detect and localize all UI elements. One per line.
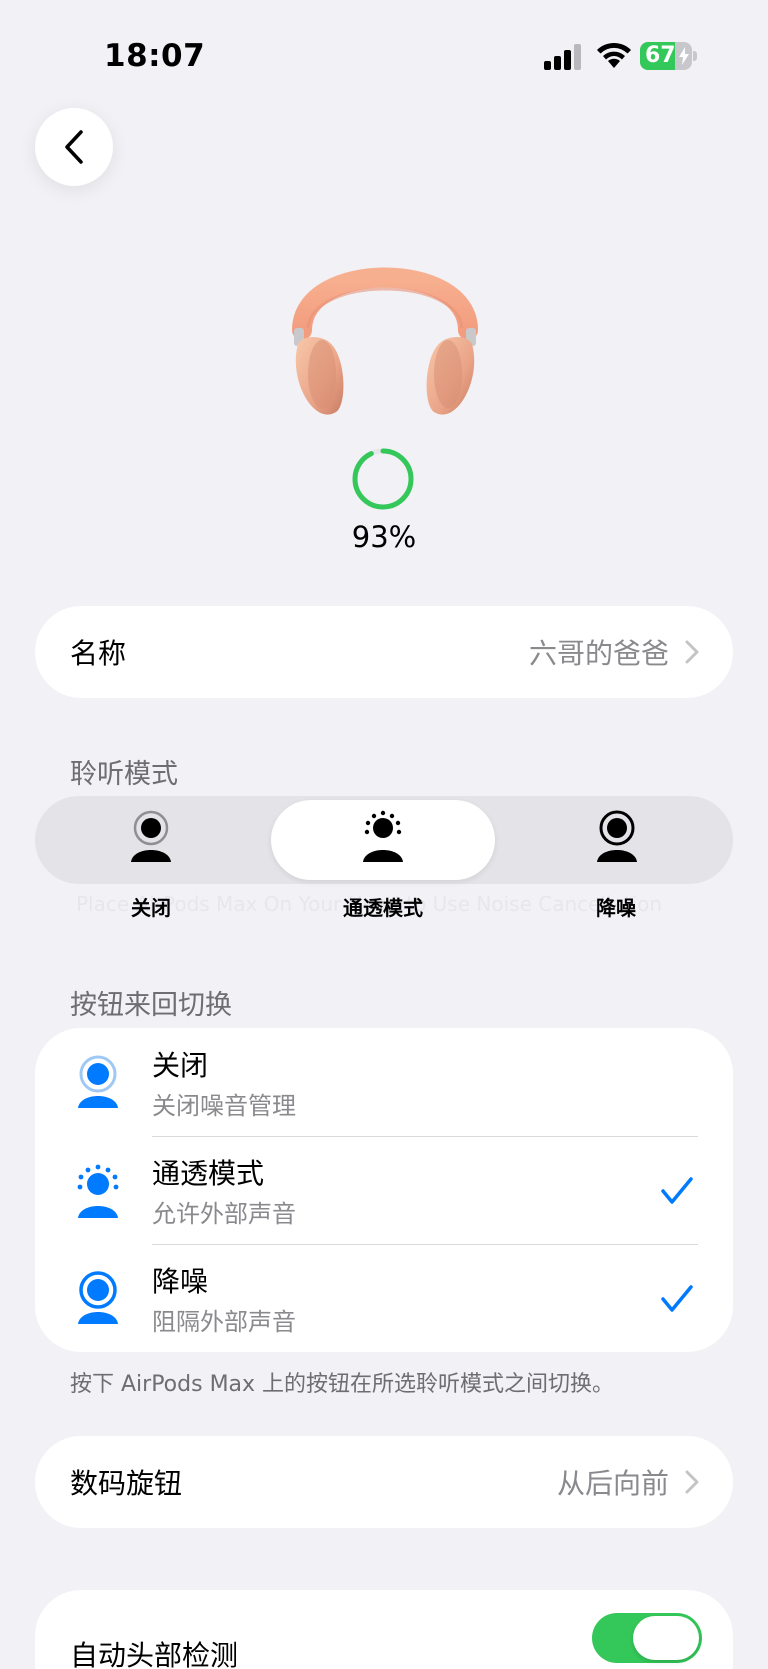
battery-level-text: 67	[645, 43, 676, 68]
checkmark-icon	[661, 1177, 693, 1204]
battery-ring	[352, 448, 414, 510]
cycle-item-noise-cancel-title[interactable]: 降噪	[152, 1260, 208, 1300]
auto-head-detection-label: 自动头部检测	[70, 1639, 239, 1669]
digital-crown-label: 数码旋钮	[70, 1467, 183, 1500]
cycle-item-transparency-title[interactable]: 通透模式	[152, 1152, 264, 1192]
segment-label-off[interactable]: 关闭	[61, 892, 241, 921]
listening-mode-segmented-control	[35, 796, 733, 884]
segment-label-noise-cancel[interactable]: 降噪	[526, 892, 706, 921]
signal-icon	[544, 44, 581, 70]
name-label: 名称	[70, 637, 127, 670]
press-cycle-list	[35, 1028, 733, 1352]
bolt-icon	[679, 47, 689, 65]
divider	[152, 1244, 698, 1245]
cycle-item-off-title[interactable]: 关闭	[152, 1044, 208, 1084]
person-transparency-icon[interactable]	[361, 810, 405, 864]
toggle-knob	[633, 1616, 699, 1660]
press-cycle-title: 按钮来回切换	[70, 990, 232, 1021]
person-transparency-blue-icon	[77, 1164, 119, 1218]
name-row[interactable]: 名称 六哥的爸爸	[35, 606, 733, 698]
listening-mode-title: 聆听模式	[70, 759, 178, 790]
press-cycle-footnote: 按下 AirPods Max 上的按钮在所选聆听模式之间切换。	[70, 1372, 615, 1397]
airpods-max-image	[292, 267, 478, 415]
chevron-right-icon	[685, 640, 699, 664]
chevron-left-icon	[65, 130, 83, 164]
battery-percent: 93%	[351, 520, 417, 554]
person-off-icon[interactable]	[129, 810, 173, 864]
chevron-right-icon	[685, 1470, 699, 1494]
back-button[interactable]	[35, 108, 113, 186]
person-noise-cancel-blue-icon	[78, 1271, 118, 1324]
person-off-blue-icon	[78, 1055, 118, 1108]
cycle-item-transparency-subtitle: 允许外部声音	[152, 1200, 296, 1228]
wifi-icon	[597, 42, 631, 68]
divider	[152, 1136, 698, 1137]
cycle-item-off-subtitle: 关闭噪音管理	[152, 1092, 296, 1120]
status-time: 18:07	[104, 38, 206, 74]
segment-label-transparency[interactable]: 通透模式	[293, 892, 473, 921]
checkmark-icon	[661, 1285, 693, 1312]
cycle-item-noise-cancel-subtitle: 阻隔外部声音	[152, 1308, 296, 1336]
auto-head-detection-toggle[interactable]	[592, 1613, 702, 1663]
digital-crown-value: 从后向前	[556, 1467, 669, 1500]
person-noise-cancel-icon[interactable]	[595, 810, 639, 864]
name-value: 六哥的爸爸	[528, 637, 669, 670]
battery-charging-icon: 67	[640, 42, 698, 70]
digital-crown-row[interactable]: 数码旋钮 从后向前	[35, 1436, 733, 1528]
